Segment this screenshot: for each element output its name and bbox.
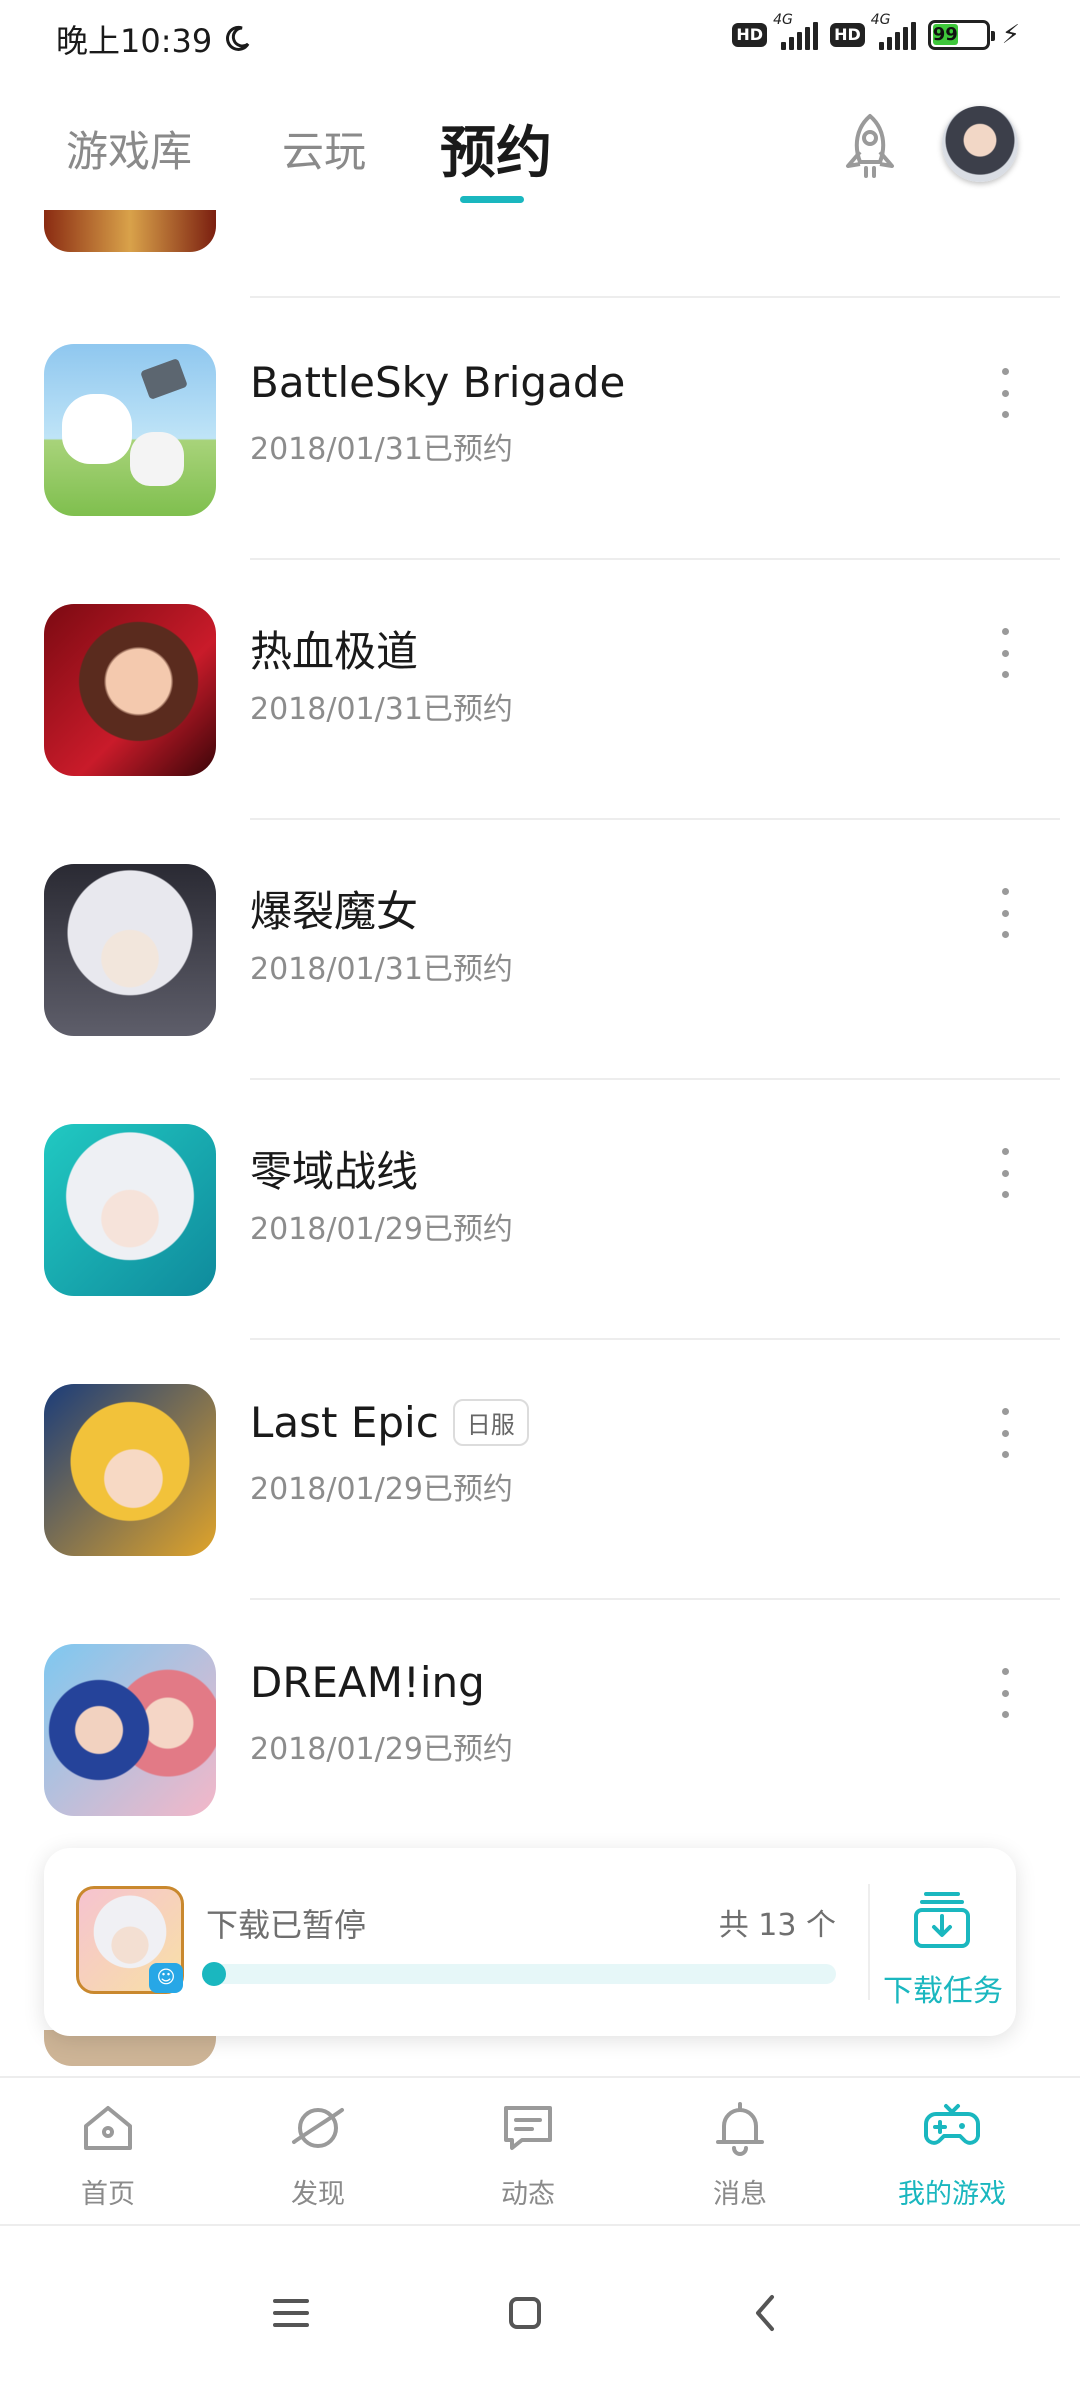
nav-messages-label: 消息 [713, 2179, 767, 2210]
back-icon[interactable] [730, 2278, 800, 2348]
nav-my-games-label: 我的游戏 [898, 2179, 1006, 2210]
status-indicators: HD 4G HD 4G 99 ⚡ [732, 12, 1020, 50]
reserve-date: 2018/01/31已预约 [250, 952, 513, 987]
nav-feed[interactable]: 动态 [458, 2098, 598, 2214]
game-title: 热血极道 [250, 627, 419, 676]
moon-icon [226, 25, 250, 51]
network-type-2: 4G [870, 12, 891, 28]
more-options-icon[interactable] [995, 888, 1015, 938]
bottom-nav: 首页 发现 动态 消息 我的游戏 [0, 2076, 1080, 2224]
game-icon [44, 1124, 216, 1296]
bilibili-badge-icon: ☺ [149, 1963, 183, 1993]
top-tab-bar: 游戏库 云玩 预约 [0, 80, 1080, 210]
game-title: BattleSky Brigade [250, 358, 626, 407]
divider [250, 296, 1060, 298]
list-item[interactable]: BattleSky Brigade 2018/01/31已预约 [0, 300, 1080, 560]
game-icon-partial [44, 210, 216, 252]
active-tab-indicator [460, 196, 524, 203]
tab-cloud-play[interactable]: 云玩 [282, 118, 366, 179]
status-time-group: 晚上10:39 [56, 16, 252, 62]
game-icon [44, 864, 216, 1036]
gamepad-icon [924, 2104, 980, 2145]
hd-badge-2: HD [830, 23, 865, 47]
nav-discover[interactable]: 发现 [248, 2098, 388, 2214]
signal-icon-2: 4G [871, 12, 916, 50]
nav-home[interactable]: 首页 [38, 2098, 178, 2214]
menu-icon[interactable] [256, 2278, 326, 2348]
title-row: 爆裂魔女 [250, 878, 418, 939]
rocket-icon[interactable] [838, 112, 902, 184]
server-tag: 日服 [452, 1399, 529, 1446]
planet-icon [292, 2108, 344, 2148]
list-item[interactable]: DREAM!ing 2018/01/29已预约 [0, 1600, 1080, 1860]
title-row: BattleSky Brigade [250, 358, 625, 407]
reserve-date: 2018/01/31已预约 [250, 432, 513, 467]
download-tray-icon [914, 1892, 970, 1948]
download-progress-bar [202, 1962, 836, 1986]
title-row: Last Epic 日服 [250, 1398, 529, 1447]
game-icon [44, 1644, 216, 1816]
status-bar: 晚上10:39 HD 4G HD 4G 99 ⚡ [0, 0, 1080, 80]
message-icon [504, 2106, 552, 2150]
home-button-icon[interactable] [490, 2278, 560, 2348]
reserve-date: 2018/01/29已预约 [250, 1472, 513, 1507]
system-nav-bar [0, 2224, 1080, 2400]
download-status: 下载已暂停 [206, 1906, 367, 1944]
more-options-icon[interactable] [995, 1148, 1015, 1198]
network-type: 4G [773, 12, 793, 28]
game-icon [44, 604, 216, 776]
battery-icon: 99 [927, 20, 995, 50]
game-icon [44, 344, 216, 516]
battery-level: 99 [932, 24, 958, 45]
more-options-icon[interactable] [995, 368, 1015, 418]
game-title: Last Epic [250, 1398, 439, 1447]
download-tasks-button[interactable]: 下载任务 [870, 1870, 1016, 2014]
download-thumbnail: ☺ [76, 1886, 184, 1994]
game-title: 零域战线 [250, 1147, 419, 1196]
reserve-date: 2018/01/31已预约 [250, 692, 513, 727]
reserve-date: 2018/01/29已预约 [250, 1732, 513, 1767]
nav-discover-label: 发现 [291, 2179, 345, 2210]
title-row: DREAM!ing [250, 1658, 485, 1707]
nav-my-games[interactable]: 我的游戏 [882, 2098, 1022, 2214]
reserve-date: 2018/01/29已预约 [250, 1212, 513, 1247]
tab-game-library[interactable]: 游戏库 [66, 118, 192, 179]
download-card[interactable]: ☺ 下载已暂停 共 13 个 下载任务 [44, 1848, 1016, 2036]
signal-icon: 4G [773, 12, 819, 50]
home-icon [84, 2106, 132, 2150]
bell-icon [716, 2102, 764, 2156]
list-item[interactable]: 零域战线 2018/01/29已预约 [0, 1080, 1080, 1340]
download-tasks-label: 下载任务 [883, 1974, 1003, 2009]
more-options-icon[interactable] [995, 1408, 1015, 1458]
status-time: 晚上10:39 [56, 22, 213, 60]
list-item[interactable]: Last Epic 日服 2018/01/29已预约 [0, 1340, 1080, 1600]
more-options-icon[interactable] [995, 1668, 1015, 1718]
download-count: 共 13 个 [718, 1908, 836, 1943]
list-item[interactable]: 爆裂魔女 2018/01/31已预约 [0, 820, 1080, 1080]
hd-badge: HD [732, 23, 768, 47]
nav-home-label: 首页 [81, 2179, 135, 2210]
game-title: DREAM!ing [250, 1658, 485, 1707]
nav-messages[interactable]: 消息 [670, 2098, 810, 2214]
tab-reservations[interactable]: 预约 [440, 108, 552, 189]
nav-feed-label: 动态 [501, 2179, 555, 2210]
game-title: 爆裂魔女 [250, 887, 419, 936]
user-avatar[interactable] [942, 106, 1018, 182]
title-row: 零域战线 [250, 1138, 418, 1199]
game-icon [44, 1384, 216, 1556]
title-row: 热血极道 [250, 618, 418, 679]
more-options-icon[interactable] [995, 628, 1015, 678]
list-item[interactable]: 热血极道 2018/01/31已预约 [0, 560, 1080, 820]
charging-icon: ⚡ [1001, 20, 1020, 50]
download-progress-dot [202, 1962, 226, 1986]
